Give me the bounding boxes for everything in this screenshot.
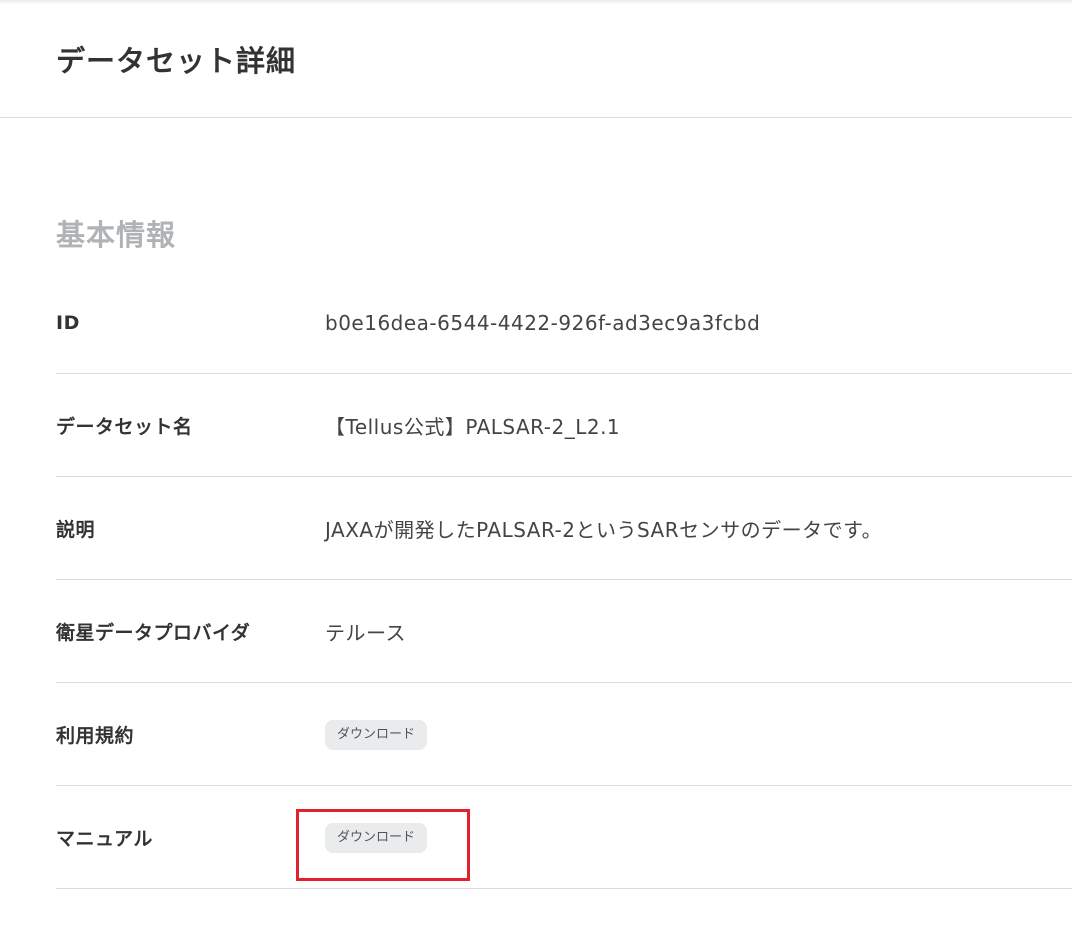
label-terms: 利用規約 [56, 724, 135, 747]
row-provider: 衛星データプロバイダ テルース [56, 580, 1072, 683]
label-description: 説明 [56, 518, 96, 541]
page-header: データセット詳細 [0, 0, 1072, 118]
basic-info-table: ID b0e16dea-6544-4422-926f-ad3ec9a3fcbd … [56, 272, 1072, 889]
label-id: ID [56, 311, 80, 334]
value-dataset-name: 【Tellus公式】PALSAR-2_L2.1 [325, 414, 621, 439]
terms-download-button[interactable]: ダウンロード [325, 719, 428, 750]
page-title: データセット詳細 [56, 44, 297, 78]
label-provider: 衛星データプロバイダ [56, 621, 251, 644]
value-description: JAXAが開発したPALSAR-2というSARセンサのデータです。 [325, 517, 883, 542]
section-title-basic-info: 基本情報 [56, 218, 177, 252]
row-terms: 利用規約 ダウンロード [56, 683, 1072, 786]
value-terms: ダウンロード [325, 719, 428, 750]
row-dataset-name: データセット名 【Tellus公式】PALSAR-2_L2.1 [56, 374, 1072, 477]
row-manual: マニュアル ダウンロード [56, 786, 1072, 889]
label-manual: マニュアル [56, 827, 153, 850]
row-description: 説明 JAXAが開発したPALSAR-2というSARセンサのデータです。 [56, 477, 1072, 580]
row-id: ID b0e16dea-6544-4422-926f-ad3ec9a3fcbd [56, 272, 1072, 374]
value-provider: テルース [325, 620, 406, 645]
manual-download-button[interactable]: ダウンロード [325, 822, 428, 853]
value-manual: ダウンロード [325, 822, 428, 853]
label-dataset-name: データセット名 [56, 415, 193, 438]
value-id: b0e16dea-6544-4422-926f-ad3ec9a3fcbd [325, 310, 761, 335]
dataset-detail-page: データセット詳細 基本情報 ID b0e16dea-6544-4422-926f… [0, 0, 1072, 946]
